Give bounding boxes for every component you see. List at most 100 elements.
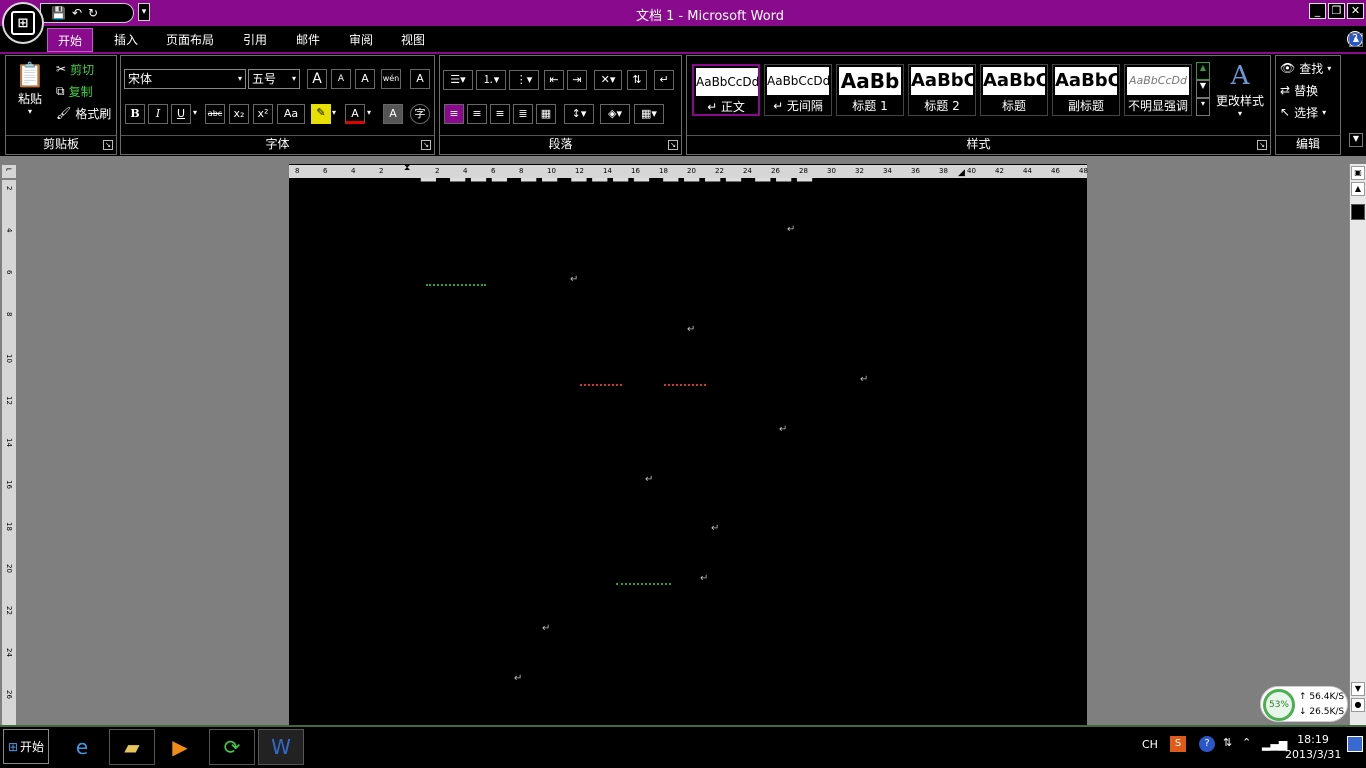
word-taskbar-icon[interactable]: W (258, 729, 304, 765)
align-right-icon[interactable]: ≡ (490, 104, 510, 124)
vertical-scrollbar[interactable]: ▣ ▲ ▼ ● (1349, 164, 1366, 725)
save-icon[interactable]: 💾 (51, 6, 66, 20)
change-styles-button[interactable]: A 更改样式 ▾ (1212, 60, 1268, 126)
show-hidden-icon[interactable]: ⌃ (1242, 736, 1251, 749)
shading-icon[interactable]: ◈▾ (600, 104, 630, 124)
ribbon-scroll-up-icon[interactable]: ▲ (1349, 33, 1363, 47)
italic-button[interactable]: I (148, 104, 168, 124)
numbering-icon[interactable]: ⒈▾ (476, 70, 506, 90)
tab-home[interactable]: 开始 (47, 28, 94, 52)
shrink-font-button[interactable]: A (331, 69, 351, 89)
multilevel-list-icon[interactable]: ⋮▾ (509, 70, 539, 90)
phonetic-guide-button[interactable]: wén (381, 69, 401, 89)
view-ruler-icon[interactable]: ▣ (1351, 166, 1365, 180)
vertical-ruler[interactable]: 2 4 6 8 10 12 14 16 18 20 22 24 26 (2, 180, 16, 725)
font-name-select[interactable]: 宋体 ▾ (124, 69, 246, 89)
tab-mailings[interactable]: 邮件 (286, 28, 330, 52)
align-left-icon[interactable]: ≡ (444, 104, 464, 124)
tab-selector-icon[interactable]: ⌐ (2, 165, 16, 178)
clock[interactable]: 18:19 2013/3/31 (1285, 732, 1341, 762)
tray-arrows-icon[interactable]: ⇅ (1223, 736, 1232, 749)
horizontal-ruler[interactable]: 8 6 4 2 2 4 6 8 10 12 14 16 18 20 22 24 26 28 30 32 34 36 38 40… (289, 163, 1088, 178)
scroll-up-icon[interactable]: ▲ (1196, 62, 1210, 80)
document-page[interactable]: ▬ ▬▬▬ ▬▬ ▬▬▬▬ ▬▬▬▬ ▬▬▬ ↵ ↵ ↵ ↵ ↵ ↵ ↵ ↵ ↵… (289, 178, 1085, 725)
style-subtle-emphasis[interactable]: AaBbCcDd 不明显强调 (1124, 64, 1192, 116)
font-launcher-icon[interactable]: ↘ (421, 140, 431, 150)
input-method-icon[interactable]: S (1170, 736, 1186, 752)
show-desktop-icon[interactable] (1347, 736, 1363, 752)
format-painter-button[interactable]: 🖌 格式刷 (56, 103, 111, 123)
sort-icon[interactable]: ⇅ (627, 70, 647, 90)
ribbon-scroll-down-icon[interactable]: ▼ (1349, 133, 1363, 147)
bullets-icon[interactable]: ☰▾ (443, 70, 473, 90)
font-size-select[interactable]: 五号 ▾ (248, 69, 300, 89)
paste-button[interactable]: 📋 粘贴 ▾ (12, 60, 48, 116)
close-button[interactable]: ✕ (1347, 3, 1364, 19)
bold-button[interactable]: B (125, 104, 145, 124)
chinese-layout-icon[interactable]: ✕▾ (594, 70, 622, 90)
show-marks-icon[interactable]: ↵ (654, 70, 674, 90)
style-subtitle[interactable]: AaBbC 副标题 (1052, 64, 1120, 116)
styles-launcher-icon[interactable]: ↘ (1257, 140, 1267, 150)
signal-icon[interactable]: ▂▄▆ (1262, 738, 1287, 751)
paragraph-launcher-icon[interactable]: ↘ (668, 140, 678, 150)
scroll-thumb[interactable] (1351, 204, 1365, 220)
clear-format-button[interactable]: A (355, 69, 375, 89)
align-center-icon[interactable]: ≡ (467, 104, 487, 124)
style-title[interactable]: AaBbC 标题 (980, 64, 1048, 116)
highlight-icon[interactable]: ✎ (311, 104, 331, 124)
find-button[interactable]: 👁 查找 ▾ (1280, 58, 1331, 78)
chevron-down-icon[interactable]: ▾ (193, 108, 197, 117)
style-normal[interactable]: AaBbCcDd ↵ 正文 (692, 64, 760, 116)
character-shading-button[interactable]: A (383, 104, 403, 124)
copy-button[interactable]: ⧉ 复制 (56, 81, 93, 101)
media-player-icon[interactable]: ▶ (157, 729, 203, 765)
tab-insert[interactable]: 插入 (104, 28, 148, 52)
chevron-down-icon[interactable]: ▾ (367, 108, 371, 117)
right-indent-marker-icon[interactable]: ◢ (958, 168, 965, 178)
replace-button[interactable]: ⇄ 替换 (1280, 80, 1318, 100)
underline-button[interactable]: U (171, 104, 191, 124)
enclose-characters-button[interactable]: 字 (410, 104, 430, 124)
browse-object-icon[interactable]: ● (1351, 698, 1365, 712)
file-explorer-icon[interactable]: ▰ (109, 729, 155, 765)
more-styles-icon[interactable]: ▾ (1196, 98, 1210, 116)
subscript-button[interactable]: x₂ (229, 104, 249, 124)
decrease-indent-icon[interactable]: ⇤ (544, 70, 564, 90)
style-heading-1[interactable]: AaBb 标题 1 (836, 64, 904, 116)
borders-icon[interactable]: ▦▾ (634, 104, 664, 124)
justify-icon[interactable]: ≣ (513, 104, 533, 124)
language-indicator[interactable]: CH (1142, 738, 1158, 751)
tab-references[interactable]: 引用 (233, 28, 277, 52)
minimize-button[interactable]: _ (1309, 3, 1326, 19)
distributed-icon[interactable]: ▦ (536, 104, 556, 124)
style-heading-2[interactable]: AaBbC 标题 2 (908, 64, 976, 116)
sync-app-icon[interactable]: ⟳ (209, 729, 255, 765)
style-no-spacing[interactable]: AaBbCcDd ↵ 无间隔 (764, 64, 832, 116)
select-button[interactable]: ↖ 选择 ▾ (1280, 102, 1326, 122)
line-spacing-icon[interactable]: ↕▾ (564, 104, 594, 124)
superscript-button[interactable]: x² (253, 104, 273, 124)
office-button[interactable]: ⊞ (2, 2, 44, 44)
undo-icon[interactable]: ↶ (72, 6, 82, 20)
chevron-down-icon[interactable]: ▾ (332, 108, 336, 117)
scroll-down-icon[interactable]: ▼ (1351, 682, 1365, 696)
clipboard-launcher-icon[interactable]: ↘ (103, 140, 113, 150)
grow-font-button[interactable]: A (307, 69, 327, 89)
tab-view[interactable]: 视图 (391, 28, 435, 52)
strikethrough-button[interactable]: abc (205, 104, 225, 124)
character-border-button[interactable]: A (410, 69, 430, 89)
start-button[interactable]: ⊞ 开始 (3, 729, 49, 764)
tab-review[interactable]: 审阅 (339, 28, 383, 52)
restore-button[interactable]: ❐ (1328, 3, 1345, 19)
tab-page-layout[interactable]: 页面布局 (156, 28, 224, 52)
indent-marker-icon[interactable]: ⧗ (404, 163, 410, 173)
help-tray-icon[interactable]: ? (1199, 736, 1215, 752)
cut-button[interactable]: ✂ 剪切 (56, 59, 94, 79)
change-case-button[interactable]: Aa (277, 104, 305, 124)
redo-icon[interactable]: ↻ (88, 6, 98, 20)
qat-customize-button[interactable]: ▾ (138, 3, 150, 21)
scroll-up-icon[interactable]: ▲ (1351, 182, 1365, 196)
internet-explorer-icon[interactable]: e (59, 729, 105, 765)
network-speed-widget[interactable]: 53% ↑ 56.4K/S ↓ 26.5K/S (1260, 686, 1348, 722)
